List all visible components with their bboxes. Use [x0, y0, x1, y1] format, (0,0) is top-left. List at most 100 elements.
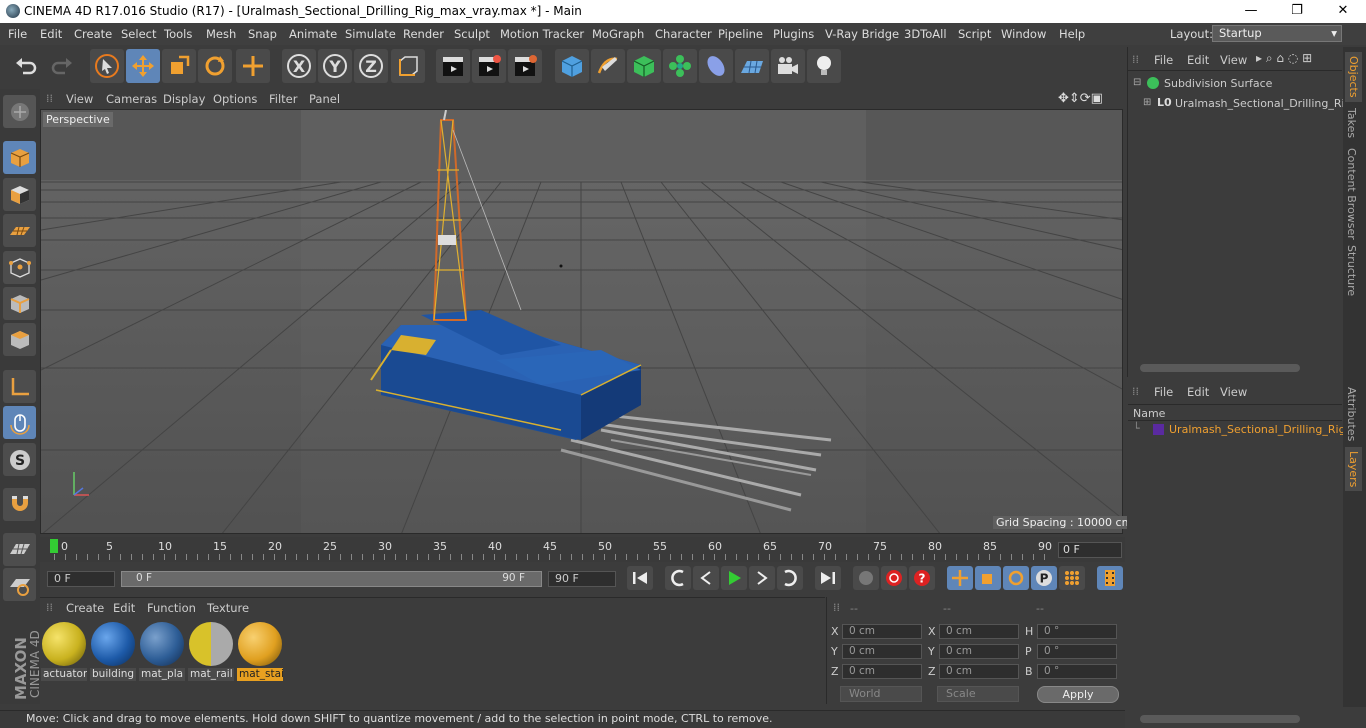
menu-plugins[interactable]: Plugins [773, 27, 814, 41]
material-menu-edit[interactable]: Edit [113, 601, 135, 615]
menu-select[interactable]: Select [121, 27, 156, 41]
size-x-field[interactable]: 0 cm [939, 624, 1019, 639]
go-to-start-button[interactable] [627, 566, 653, 590]
menu-animate[interactable]: Animate [289, 27, 337, 41]
add-floor-button[interactable] [735, 49, 769, 83]
autokey-button[interactable]: ? [909, 566, 935, 590]
menu-3dtoall[interactable]: 3DToAll [904, 27, 947, 41]
viewport-menu-display[interactable]: Display [163, 92, 205, 106]
add-subdivision-button[interactable] [627, 49, 661, 83]
go-to-end-button[interactable] [815, 566, 841, 590]
axis-mode-button[interactable] [3, 370, 36, 403]
move-tool-button[interactable] [126, 49, 160, 83]
expand-icon[interactable]: ⊞ [1143, 97, 1151, 108]
minimize-button[interactable]: — [1228, 0, 1274, 23]
undo-button[interactable] [9, 49, 43, 83]
add-deformer-button[interactable] [699, 49, 733, 83]
menu-window[interactable]: Window [1001, 27, 1046, 41]
tweak-mode-button[interactable] [3, 406, 36, 439]
material-menu-create[interactable]: Create [66, 601, 104, 615]
viewport-menu-panel[interactable]: Panel [309, 92, 340, 106]
record-disabled-button[interactable] [853, 566, 879, 590]
timeline[interactable] [40, 537, 1125, 562]
menu-create[interactable]: Create [74, 27, 112, 41]
layer-row[interactable]: └ Uralmash_Sectional_Drilling_Rig [1133, 422, 1346, 438]
menu-mesh[interactable]: Mesh [206, 27, 236, 41]
objects-scrollbar[interactable] [1140, 364, 1300, 372]
tab-attributes[interactable]: Attributes [1345, 387, 1358, 441]
objects-menu-file[interactable]: File [1154, 53, 1173, 67]
size-z-field[interactable]: 0 cm [939, 664, 1019, 679]
grid-snap-button[interactable] [3, 533, 36, 566]
timeline-window-button[interactable] [1097, 566, 1123, 590]
rotation-p-field[interactable]: 0 ° [1037, 644, 1117, 659]
add-camera-button[interactable] [771, 49, 805, 83]
solo-button[interactable]: S [3, 443, 36, 476]
material-swatch[interactable]: actuator [41, 620, 87, 681]
objects-toolbar-icons[interactable]: ▸ ⌕ ⌂ ◌ ⊞ [1256, 51, 1312, 66]
object-row[interactable]: ⊞ L0 Uralmash_Sectional_Drilling_Rig [1133, 96, 1352, 113]
redo-button[interactable] [45, 49, 79, 83]
menu-character[interactable]: Character [655, 27, 712, 41]
make-editable-button[interactable] [3, 95, 36, 128]
menu-simulate[interactable]: Simulate [345, 27, 396, 41]
rotation-b-field[interactable]: 0 ° [1037, 664, 1117, 679]
menu-vray-bridge[interactable]: V-Ray Bridge [825, 27, 899, 41]
menu-snap[interactable]: Snap [248, 27, 277, 41]
perspective-viewport[interactable] [40, 109, 1123, 534]
material-swatch[interactable]: mat_pla [139, 620, 185, 681]
add-cloner-button[interactable] [663, 49, 697, 83]
menu-edit[interactable]: Edit [40, 27, 62, 41]
material-menu-texture[interactable]: Texture [207, 601, 249, 615]
menu-sculpt[interactable]: Sculpt [454, 27, 490, 41]
position-y-field[interactable]: 0 cm [842, 644, 922, 659]
edges-mode-button[interactable] [3, 287, 36, 320]
workplane-button[interactable] [3, 214, 36, 247]
add-cube-button[interactable] [555, 49, 589, 83]
rotation-h-field[interactable]: 0 ° [1037, 624, 1117, 639]
menu-pipeline[interactable]: Pipeline [718, 27, 763, 41]
apply-button[interactable]: Apply [1037, 686, 1119, 703]
menu-help[interactable]: Help [1059, 27, 1085, 41]
tab-content-browser[interactable]: Content Browser [1345, 148, 1358, 240]
points-mode-button[interactable] [3, 251, 36, 284]
layers-menu-file[interactable]: File [1154, 385, 1173, 399]
y-axis-lock-button[interactable]: Y [318, 49, 352, 83]
menu-script[interactable]: Script [958, 27, 991, 41]
key-scale-button[interactable] [975, 566, 1001, 590]
material-menu-function[interactable]: Function [147, 601, 196, 615]
previous-keyframe-button[interactable] [665, 566, 691, 590]
frame-range-slider[interactable]: 0 F 90 F [121, 571, 542, 587]
tab-takes[interactable]: Takes [1345, 108, 1358, 138]
expand-icon[interactable]: ⊟ [1133, 77, 1141, 88]
add-light-button[interactable] [807, 49, 841, 83]
z-axis-lock-button[interactable]: Z [354, 49, 388, 83]
scale-tool-button[interactable] [162, 49, 196, 83]
viewport-navigation-icon[interactable]: ✥⇕⟳▣ [1058, 91, 1103, 106]
render-picture-viewer-button[interactable] [472, 49, 506, 83]
position-z-field[interactable]: 0 cm [842, 664, 922, 679]
next-frame-button[interactable] [749, 566, 775, 590]
material-swatch[interactable]: building [90, 620, 136, 681]
viewport-menu-options[interactable]: Options [213, 92, 257, 106]
end-frame-field[interactable]: 90 F [548, 571, 616, 587]
coordinate-system-button[interactable] [391, 49, 425, 83]
viewport-menu-view[interactable]: View [66, 92, 93, 106]
menu-motion-tracker[interactable]: Motion Tracker [500, 27, 584, 41]
model-mode-button[interactable] [3, 141, 36, 174]
previous-frame-button[interactable] [693, 566, 719, 590]
key-pla-button[interactable] [1059, 566, 1085, 590]
menu-tools[interactable]: Tools [164, 27, 192, 41]
size-mode-select[interactable]: Scale [937, 686, 1019, 702]
material-swatch[interactable]: mat_rail [188, 620, 234, 681]
select-tool-button[interactable] [90, 49, 124, 83]
polygons-mode-button[interactable] [3, 323, 36, 356]
render-settings-button[interactable] [508, 49, 542, 83]
coordinate-mode-select[interactable]: World [840, 686, 922, 702]
key-position-button[interactable] [947, 566, 973, 590]
start-frame-field[interactable]: 0 F [47, 571, 115, 587]
play-button[interactable] [721, 566, 747, 590]
playhead[interactable] [50, 539, 58, 553]
current-frame-field[interactable]: 0 F [1058, 542, 1122, 558]
position-x-field[interactable]: 0 cm [842, 624, 922, 639]
